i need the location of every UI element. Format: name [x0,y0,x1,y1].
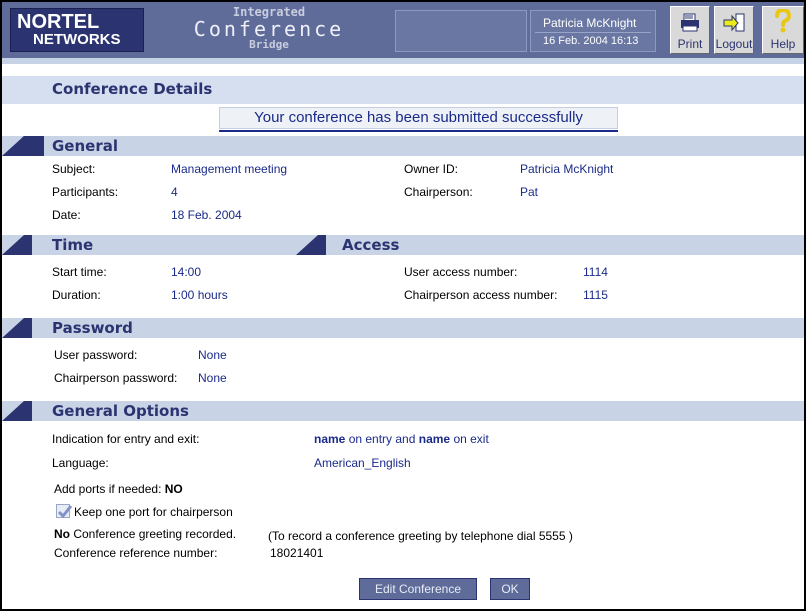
indication-entry-word: name [314,432,346,446]
keep-port-checkbox[interactable] [56,504,73,519]
chairperson-label: Chairperson: [404,185,473,199]
language-label: Language: [52,456,109,470]
owner-id-value: Patricia McKnight [520,162,614,176]
chair-password-value: None [198,371,227,385]
nortel-logo: NORTEL NETWORKS [10,8,144,52]
start-time-label: Start time: [52,265,107,279]
conference-details-window: NORTEL NETWORKS Integrated Conference Br… [0,0,806,611]
printer-icon [681,13,699,32]
greeting-status-text: Conference greeting recorded. [70,527,237,541]
app-name-line3: Bridge [249,38,289,51]
subject-value: Management meeting [171,162,288,176]
help-label: Help [770,37,796,51]
add-ports-value: NO [164,482,183,496]
time-section-title: Time [52,236,94,254]
access-section-header: Access [296,235,804,255]
reference-number-value: 18021401 [270,546,324,560]
owner-id-label: Owner ID: [404,162,459,176]
success-message: Your conference has been submitted succe… [254,109,583,126]
section-tab-icon [2,318,32,338]
greeting-status-bold: No [54,527,70,541]
user-access-value: 1114 [583,265,608,279]
add-ports-row: Add ports if needed: NO [54,482,183,496]
print-button[interactable]: Print [670,6,710,54]
user-name: Patricia McKnight [543,16,637,30]
page-title: Conference Details [52,80,213,98]
add-ports-label: Add ports if needed: [54,482,162,496]
app-name: Integrated Conference Bridge [154,6,384,54]
indication-value: name on entry and name on exit [314,432,489,446]
general-options-section-header: General Options [2,401,804,421]
section-tab-icon [296,235,326,255]
password-section-header: Password [2,318,804,338]
success-message-underline [219,130,618,132]
ok-button[interactable]: OK [490,578,530,600]
section-tab-icon [2,401,32,421]
user-password-value: None [198,348,227,362]
header-empty-panel [395,10,527,52]
success-message-box: Your conference has been submitted succe… [219,107,618,129]
header-stripe [2,58,804,64]
logout-label: Logout [715,37,753,51]
general-options-section-title: General Options [52,402,189,420]
date-value: 18 Feb. 2004 [171,208,242,222]
help-question-icon [775,9,792,33]
current-datetime: 16 Feb. 2004 16:13 [543,35,639,47]
subject-label: Subject: [52,162,96,176]
general-section-header: General [2,136,804,156]
chair-password-label: Chairperson password: [54,371,178,385]
password-section-title: Password [52,319,133,337]
help-button[interactable]: Help [762,6,804,54]
general-section-title: General [52,137,118,155]
duration-value: 1:00 hours [171,288,228,302]
greeting-hint: (To record a conference greeting by tele… [268,529,573,543]
user-access-label: User access number: [404,265,518,279]
user-info-panel: Patricia McKnight 16 Feb. 2004 16:13 [530,10,656,52]
date-label: Date: [52,208,81,222]
indication-text2: on exit [450,432,489,446]
top-header: NORTEL NETWORKS Integrated Conference Br… [2,2,804,58]
access-section-title: Access [342,236,400,254]
reference-number-label: Conference reference number: [54,546,218,560]
logout-icon [723,13,745,32]
logout-button[interactable]: Logout [714,6,754,54]
logo-line2: NETWORKS [33,31,121,48]
user-password-label: User password: [54,348,138,362]
start-time-value: 14:00 [171,265,202,279]
chairperson-value: Pat [520,185,539,199]
app-name-line2: Conference [193,17,345,41]
greeting-status: No Conference greeting recorded. [54,527,236,541]
participants-value: 4 [171,185,178,199]
edit-conference-button[interactable]: Edit Conference [359,578,477,600]
language-value: American_English [314,456,411,470]
chair-access-label: Chairperson access number: [404,288,558,302]
main-content: Conference Details Your conference has b… [2,58,804,609]
chair-access-value: 1115 [583,288,608,302]
duration-label: Duration: [52,288,101,302]
print-label: Print [677,37,703,51]
indication-label: Indication for entry and exit: [52,432,200,446]
indication-exit-word: name [418,432,451,446]
section-tab-icon [2,136,44,156]
participants-label: Participants: [52,185,119,199]
keep-port-label: Keep one port for chairperson [74,505,233,519]
checkmark-icon [57,505,73,519]
section-tab-icon [2,235,32,255]
indication-text1: on entry and [345,432,419,446]
user-info-divider [535,32,651,33]
